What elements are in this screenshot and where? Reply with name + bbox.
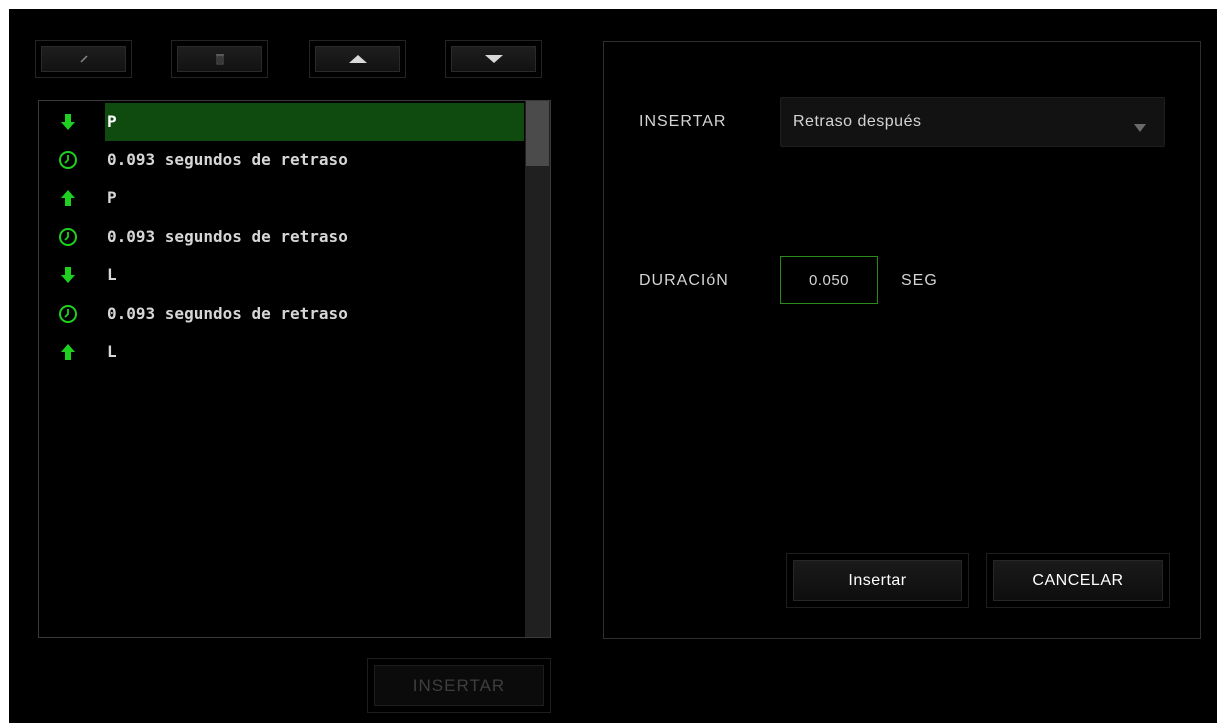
arrow-down-icon — [58, 112, 78, 132]
cancel-button[interactable]: CANCELAR — [986, 553, 1170, 608]
cancel-button-label: CANCELAR — [993, 560, 1163, 601]
triangle-up-icon — [348, 54, 368, 64]
arrow-down-icon — [58, 265, 78, 285]
list-item[interactable]: P — [39, 179, 524, 217]
clock-icon — [58, 304, 78, 324]
move-up-button[interactable] — [309, 40, 406, 78]
arrow-up-icon — [58, 188, 78, 208]
list-item[interactable]: 0.093 segundos de retraso — [39, 295, 524, 333]
selection-highlight — [105, 103, 524, 141]
insert-button-label: INSERTAR — [374, 665, 544, 706]
arrow-up-icon — [58, 342, 78, 362]
duration-label: DURACIóN — [639, 272, 729, 289]
insert-button-disabled[interactable]: INSERTAR — [367, 658, 551, 713]
list-item[interactable]: L — [39, 256, 524, 294]
duration-unit: SEG — [901, 272, 938, 289]
insert-panel: INSERTAR Retraso después DURACIóN 0.050 … — [603, 41, 1201, 639]
scroll-thumb[interactable] — [526, 101, 549, 166]
insert-type-select[interactable]: Retraso después — [780, 97, 1165, 147]
list-item[interactable]: L — [39, 333, 524, 371]
insert-label: INSERTAR — [639, 113, 727, 130]
triangle-down-icon — [484, 54, 504, 64]
list-item-label: 0.093 segundos de retraso — [107, 227, 348, 246]
delete-button[interactable] — [171, 40, 268, 78]
move-down-button[interactable] — [445, 40, 542, 78]
macro-editor: P 0.093 segundos de retraso P 0.093 segu… — [9, 9, 1217, 723]
list-item[interactable]: P — [39, 103, 524, 141]
clock-icon — [58, 150, 78, 170]
clock-icon — [58, 227, 78, 247]
list-item-label: L — [107, 342, 117, 361]
macro-list[interactable]: P 0.093 segundos de retraso P 0.093 segu… — [38, 100, 551, 638]
duration-input[interactable]: 0.050 — [780, 256, 878, 304]
edit-button[interactable] — [35, 40, 132, 78]
list-item-label: P — [107, 188, 117, 207]
list-item[interactable]: 0.093 segundos de retraso — [39, 141, 524, 179]
insert-button-label: Insertar — [793, 560, 962, 601]
chevron-down-icon — [1134, 118, 1146, 137]
list-item-label: P — [107, 112, 117, 131]
list-item-label: L — [107, 265, 117, 284]
list-item-label: 0.093 segundos de retraso — [107, 150, 348, 169]
list-item[interactable]: 0.093 segundos de retraso — [39, 218, 524, 256]
insert-type-value: Retraso después — [793, 113, 922, 130]
insert-button[interactable]: Insertar — [786, 553, 969, 608]
pencil-icon — [79, 54, 89, 64]
list-scrollbar[interactable] — [525, 101, 550, 637]
trash-icon — [215, 53, 225, 65]
list-item-label: 0.093 segundos de retraso — [107, 304, 348, 323]
